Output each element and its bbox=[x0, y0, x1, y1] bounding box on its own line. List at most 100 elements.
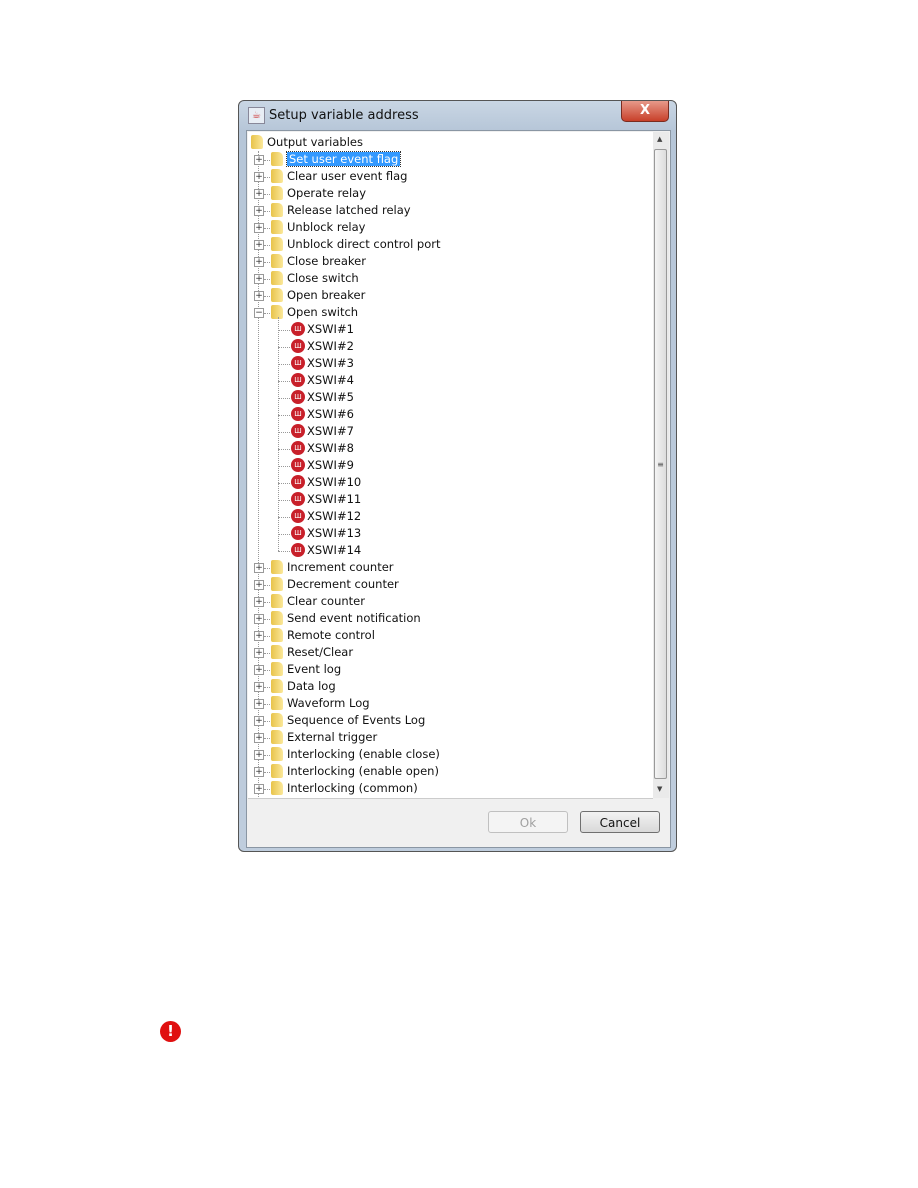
folder-icon bbox=[271, 560, 283, 574]
tree-folder-item[interactable]: Interlocking (enable close) bbox=[287, 746, 440, 763]
tree-leaf-item[interactable]: XSWI#3 bbox=[307, 355, 354, 372]
tree-item-label: Waveform Log bbox=[287, 696, 370, 710]
tree-folder-item[interactable]: Close breaker bbox=[287, 253, 366, 270]
tree-leaf-item[interactable]: XSWI#1 bbox=[307, 321, 354, 338]
tree-folder-item[interactable]: Release latched relay bbox=[287, 202, 411, 219]
tree-line bbox=[278, 398, 290, 399]
expand-icon[interactable]: + bbox=[254, 223, 264, 233]
expand-icon[interactable]: + bbox=[254, 274, 264, 284]
scroll-down-icon[interactable]: ▼ bbox=[657, 785, 662, 793]
expand-icon[interactable]: + bbox=[254, 563, 264, 573]
tree-leaf-item[interactable]: XSWI#2 bbox=[307, 338, 354, 355]
tree-leaf-item[interactable]: XSWI#14 bbox=[307, 542, 361, 559]
tree-folder-item[interactable]: Set user event flag bbox=[285, 151, 402, 168]
ok-button[interactable]: Ok bbox=[488, 811, 568, 833]
expand-icon[interactable]: + bbox=[254, 597, 264, 607]
tree-folder-item[interactable]: Unblock direct control port bbox=[287, 236, 441, 253]
folder-icon bbox=[271, 747, 283, 761]
tree-item-label: External trigger bbox=[287, 730, 378, 744]
tree-line bbox=[278, 517, 290, 518]
expand-icon[interactable]: + bbox=[254, 750, 264, 760]
vertical-scrollbar[interactable]: ▲ ≡ ▼ bbox=[653, 132, 669, 798]
tree-leaf-item[interactable]: XSWI#7 bbox=[307, 423, 354, 440]
expand-icon[interactable]: + bbox=[254, 614, 264, 624]
expand-icon[interactable]: + bbox=[254, 648, 264, 658]
expand-icon[interactable]: + bbox=[254, 291, 264, 301]
tree-item-label: XSWI#9 bbox=[307, 458, 354, 472]
tree-leaf-item[interactable]: XSWI#6 bbox=[307, 406, 354, 423]
variable-tree[interactable]: Output variables + Set user event flag + Cle… bbox=[248, 132, 653, 799]
tree-folder-item[interactable]: Open switch bbox=[287, 304, 358, 321]
tree-folder-item[interactable]: Operate relay bbox=[287, 185, 366, 202]
tree-folder-item[interactable]: Clear counter bbox=[287, 593, 365, 610]
tree-leaf-item[interactable]: XSWI#9 bbox=[307, 457, 354, 474]
expand-icon[interactable]: + bbox=[254, 699, 264, 709]
folder-icon bbox=[271, 203, 283, 217]
tree-item-label: Release latched relay bbox=[287, 203, 411, 217]
tree-line bbox=[278, 330, 290, 331]
expand-icon[interactable]: + bbox=[254, 682, 264, 692]
expand-icon[interactable]: + bbox=[254, 716, 264, 726]
expand-icon[interactable]: + bbox=[254, 665, 264, 675]
expand-icon[interactable]: + bbox=[254, 784, 264, 794]
tree-folder-item[interactable]: Open breaker bbox=[287, 287, 365, 304]
tree-line bbox=[264, 602, 270, 603]
tree-folder-item[interactable]: Decrement counter bbox=[287, 576, 399, 593]
tree-folder-item[interactable]: Data log bbox=[287, 678, 336, 695]
tree-leaf-item[interactable]: XSWI#4 bbox=[307, 372, 354, 389]
folder-icon bbox=[271, 152, 283, 166]
tree-item-label: XSWI#1 bbox=[307, 322, 354, 336]
expand-icon[interactable]: + bbox=[254, 733, 264, 743]
folder-icon bbox=[271, 611, 283, 625]
scroll-up-icon[interactable]: ▲ bbox=[657, 135, 662, 143]
expand-icon[interactable]: + bbox=[254, 172, 264, 182]
close-button[interactable]: X bbox=[621, 101, 669, 122]
tree-folder-item[interactable]: Sequence of Events Log bbox=[287, 712, 425, 729]
tree-folder-item[interactable]: Reset/Clear bbox=[287, 644, 353, 661]
expand-icon[interactable]: + bbox=[254, 631, 264, 641]
tree-folder-item[interactable]: Event log bbox=[287, 661, 341, 678]
expand-icon[interactable]: + bbox=[254, 240, 264, 250]
tree-folder-item[interactable]: Unblock relay bbox=[287, 219, 365, 236]
tree-folder-item[interactable]: Close switch bbox=[287, 270, 359, 287]
tree-item-label: Unblock direct control port bbox=[287, 237, 441, 251]
tree-leaf-item[interactable]: XSWI#12 bbox=[307, 508, 361, 525]
expand-icon[interactable]: + bbox=[254, 257, 264, 267]
tree-leaf-item[interactable]: XSWI#13 bbox=[307, 525, 361, 542]
folder-icon bbox=[271, 220, 283, 234]
tree-folder-item[interactable]: Output variables bbox=[267, 134, 363, 151]
dialog-client: Output variables + Set user event flag + Cle… bbox=[246, 130, 671, 848]
tree-folder-item[interactable]: Interlocking (enable open) bbox=[287, 763, 439, 780]
tree-line bbox=[264, 245, 270, 246]
tree-line bbox=[264, 296, 270, 297]
tree-line bbox=[278, 317, 279, 551]
tree-item-label: Event log bbox=[287, 662, 342, 676]
tree-folder-item[interactable]: Clear user event flag bbox=[287, 168, 407, 185]
tree-line bbox=[278, 483, 290, 484]
switch-icon: Ш bbox=[291, 475, 305, 489]
tree-leaf-item[interactable]: XSWI#8 bbox=[307, 440, 354, 457]
tree-folder-item[interactable]: Remote control bbox=[287, 627, 375, 644]
expand-icon[interactable]: + bbox=[254, 767, 264, 777]
cancel-button[interactable]: Cancel bbox=[580, 811, 660, 833]
expand-icon[interactable]: + bbox=[254, 155, 264, 165]
tree-folder-item[interactable]: External trigger bbox=[287, 729, 377, 746]
tree-line bbox=[264, 772, 270, 773]
tree-folder-item[interactable]: Increment counter bbox=[287, 559, 394, 576]
switch-icon: Ш bbox=[291, 492, 305, 506]
tree-folder-item[interactable]: Send event notification bbox=[287, 610, 421, 627]
tree-folder-item[interactable]: Interlocking (common) bbox=[287, 780, 418, 797]
tree-leaf-item[interactable]: XSWI#5 bbox=[307, 389, 354, 406]
scroll-thumb[interactable]: ≡ bbox=[654, 149, 667, 779]
expand-icon[interactable]: + bbox=[254, 189, 264, 199]
warning-icon: ! bbox=[160, 1021, 181, 1042]
tree-item-label: Close breaker bbox=[287, 254, 366, 268]
tree-folder-item[interactable]: Waveform Log bbox=[287, 695, 370, 712]
expand-icon[interactable]: + bbox=[254, 580, 264, 590]
tree-item-label: Open breaker bbox=[287, 288, 366, 302]
collapse-icon[interactable]: − bbox=[254, 308, 264, 318]
tree-leaf-item[interactable]: XSWI#11 bbox=[307, 491, 361, 508]
tree-leaf-item[interactable]: XSWI#10 bbox=[307, 474, 361, 491]
folder-icon bbox=[271, 237, 283, 251]
expand-icon[interactable]: + bbox=[254, 206, 264, 216]
